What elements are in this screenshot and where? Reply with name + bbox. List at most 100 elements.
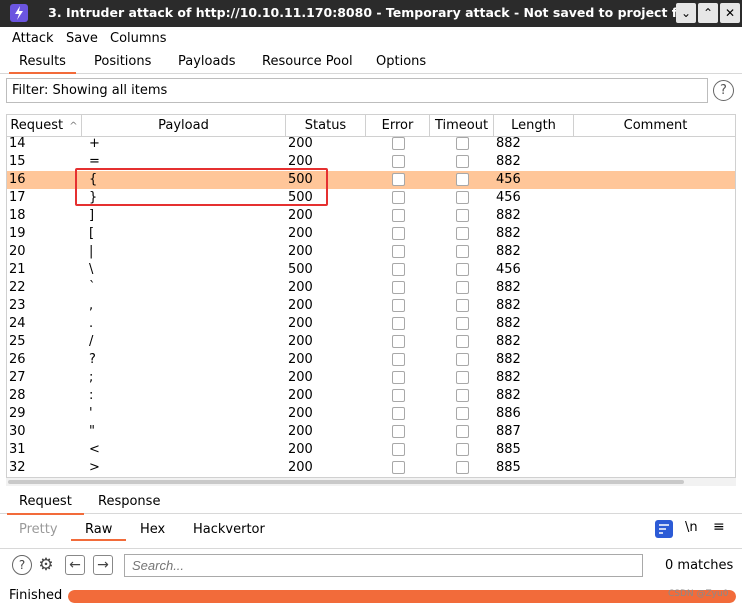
length-cell: 882 xyxy=(496,370,521,385)
column-length[interactable]: Length xyxy=(494,115,574,137)
request-cell: 20 xyxy=(9,244,26,259)
tab-payloads[interactable]: Payloads xyxy=(178,54,235,69)
payload-cell: : xyxy=(89,388,94,403)
table-header: Request ^ Payload Status Error Timeout L… xyxy=(7,115,735,137)
table-row[interactable]: 28: 200 882 xyxy=(7,387,735,405)
filter-bar[interactable]: Filter: Showing all items xyxy=(6,78,708,103)
status-label: Finished xyxy=(9,588,63,603)
progress-bar xyxy=(68,590,736,603)
tab-resource-pool[interactable]: Resource Pool xyxy=(262,54,353,69)
table-row[interactable]: 32 >200 885 xyxy=(7,459,735,477)
payload-cell: , xyxy=(89,298,94,313)
table-row[interactable]: 26? 200 882 xyxy=(7,351,735,369)
table-row[interactable]: 21 \ 500 456 xyxy=(7,261,735,279)
match-count: 0 matches xyxy=(665,558,734,573)
timeout-checkbox xyxy=(456,227,469,240)
length-cell: 456 xyxy=(496,172,521,187)
table-row[interactable]: 22 ` 200 882 xyxy=(7,279,735,297)
timeout-checkbox xyxy=(456,191,469,204)
menu-save[interactable]: Save xyxy=(66,31,98,46)
next-match-arrow-icon[interactable]: → xyxy=(93,555,113,575)
error-checkbox xyxy=(392,227,405,240)
tab-results[interactable]: Results xyxy=(9,54,76,74)
table-row[interactable]: 20 | 200 882 xyxy=(7,243,735,261)
table-row[interactable]: 30 " 200 887 xyxy=(7,423,735,441)
payload-cell: ` xyxy=(89,280,96,295)
length-cell: 882 xyxy=(496,298,521,313)
tab-hex[interactable]: Hex xyxy=(140,522,165,537)
payload-cell: ? xyxy=(89,352,96,367)
timeout-checkbox xyxy=(456,245,469,258)
watermark: CSDN @Zyu0 xyxy=(668,589,729,599)
request-cell: 32 xyxy=(9,460,26,475)
column-timeout[interactable]: Timeout xyxy=(430,115,494,137)
error-checkbox xyxy=(392,353,405,366)
column-error[interactable]: Error xyxy=(366,115,430,137)
table-row[interactable]: 31 <200 885 xyxy=(7,441,735,459)
request-cell: 19 xyxy=(9,226,26,241)
horizontal-scrollbar[interactable] xyxy=(6,478,736,486)
request-cell: 24 xyxy=(9,316,26,331)
table-row[interactable]: 27; 200 882 xyxy=(7,369,735,387)
request-cell: 18 xyxy=(9,208,26,223)
status-cell: 200 xyxy=(288,280,313,295)
settings-gear-icon[interactable]: ⚙ xyxy=(36,555,56,575)
payload-cell: ; xyxy=(89,370,94,385)
request-cell: 27 xyxy=(9,370,26,385)
tab-options[interactable]: Options xyxy=(376,54,426,69)
menu-columns[interactable]: Columns xyxy=(110,31,167,46)
table-row[interactable]: 23, 200 882 xyxy=(7,297,735,315)
minimize-button[interactable]: ⌄ xyxy=(676,3,696,23)
column-status[interactable]: Status xyxy=(286,115,366,137)
status-cell: 200 xyxy=(288,352,313,367)
length-cell: 882 xyxy=(496,244,521,259)
tab-raw[interactable]: Raw xyxy=(70,522,127,541)
column-payload[interactable]: Payload xyxy=(82,115,286,137)
length-cell: 886 xyxy=(496,406,521,421)
table-row[interactable]: 25 / 200 882 xyxy=(7,333,735,351)
payload-cell: ] xyxy=(89,208,95,223)
payload-cell: > xyxy=(89,460,100,475)
status-cell: 200 xyxy=(288,208,313,223)
table-row[interactable]: 29 ' 200 886 xyxy=(7,405,735,423)
tab-hackvertor[interactable]: Hackvertor xyxy=(193,522,265,537)
search-input[interactable] xyxy=(124,554,643,577)
table-row[interactable]: 24. 200 882 xyxy=(7,315,735,333)
previous-match-arrow-icon[interactable]: ← xyxy=(65,555,85,575)
status-cell: 500 xyxy=(288,262,313,277)
status-cell: 200 xyxy=(288,442,313,457)
status-cell: 200 xyxy=(288,244,313,259)
table-row[interactable]: 14 +200 882 xyxy=(7,135,735,153)
status-cell: 200 xyxy=(288,388,313,403)
timeout-checkbox xyxy=(456,209,469,222)
tab-pretty[interactable]: Pretty xyxy=(19,522,58,537)
error-checkbox xyxy=(392,155,405,168)
pretty-print-icon[interactable] xyxy=(655,520,673,538)
help-icon[interactable]: ? xyxy=(713,80,734,101)
status-bar: Finished CSDN @Zyu0 xyxy=(0,585,742,610)
length-cell: 882 xyxy=(496,388,521,403)
payload-cell: < xyxy=(89,442,100,457)
payload-cell: | xyxy=(89,244,94,259)
error-checkbox xyxy=(392,335,405,348)
tab-positions[interactable]: Positions xyxy=(94,54,151,69)
column-comment[interactable]: Comment xyxy=(574,115,735,137)
help-icon[interactable]: ? xyxy=(12,555,32,575)
length-cell: 882 xyxy=(496,334,521,349)
length-cell: 882 xyxy=(496,154,521,169)
title-bar: 3. Intruder attack of http://10.10.11.17… xyxy=(0,0,742,27)
table-row[interactable]: 19 [200 882 xyxy=(7,225,735,243)
tab-response[interactable]: Response xyxy=(98,494,160,509)
tab-request[interactable]: Request xyxy=(7,494,84,515)
column-request[interactable]: Request ^ xyxy=(7,115,82,137)
request-cell: 17 xyxy=(9,190,26,205)
menu-attack[interactable]: Attack xyxy=(12,31,54,46)
scrollbar-thumb[interactable] xyxy=(8,480,684,484)
hamburger-menu-icon[interactable]: ≡ xyxy=(713,519,725,535)
error-checkbox xyxy=(392,245,405,258)
status-cell: 200 xyxy=(288,298,313,313)
close-button[interactable]: ✕ xyxy=(720,3,740,23)
table-row[interactable]: 18] 200 882 xyxy=(7,207,735,225)
newline-toggle-icon[interactable]: \n xyxy=(685,520,698,535)
maximize-button[interactable]: ⌃ xyxy=(698,3,718,23)
